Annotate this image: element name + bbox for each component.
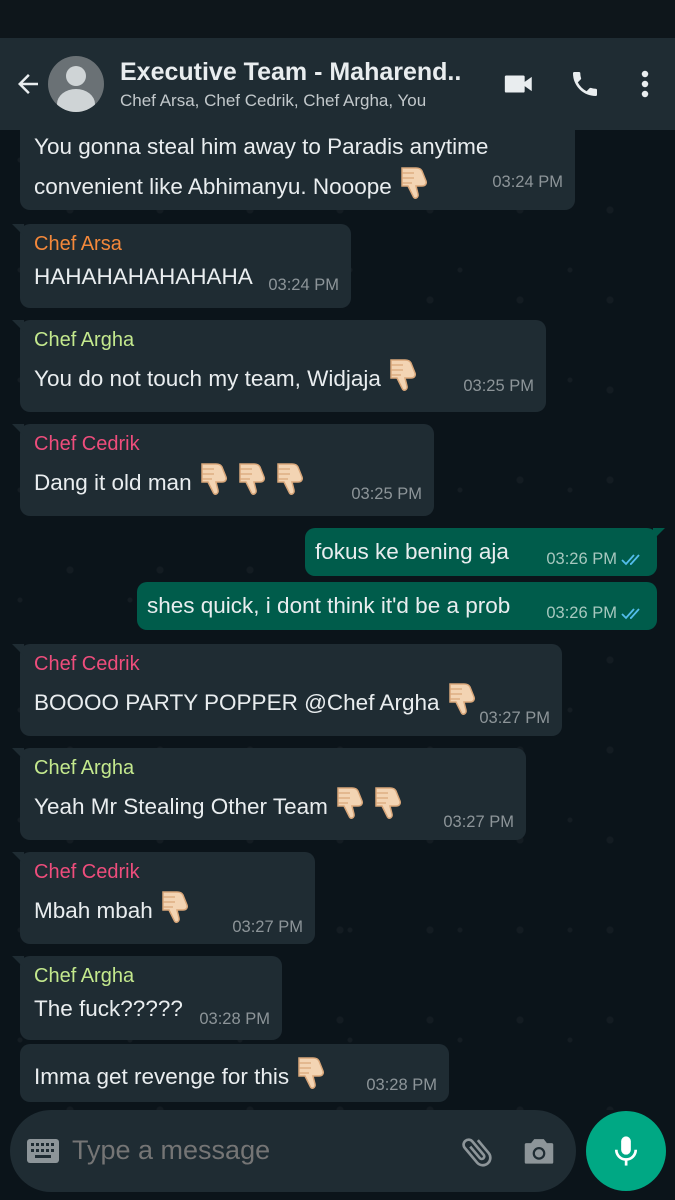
double-check-icon bbox=[621, 554, 640, 565]
message-list[interactable]: You gonna steal him away to Paradis anyt… bbox=[0, 130, 675, 1110]
thumbs-down-icon bbox=[162, 891, 188, 923]
message-time-text: 03:26 PM bbox=[546, 550, 617, 568]
message-text-line: Yeah Mr Stealing Other Team bbox=[34, 793, 328, 819]
message-text: The fuck????? bbox=[34, 996, 183, 1021]
message-text-line: Imma get revenge for this bbox=[34, 1063, 290, 1089]
message-input[interactable] bbox=[72, 1130, 442, 1170]
message-text-line: convenient like Abhimanyu. Nooope bbox=[34, 173, 392, 199]
message-bubble[interactable]: Chef Argha You do not touch my team, Wid… bbox=[12, 320, 546, 412]
camera-icon[interactable] bbox=[520, 1132, 558, 1170]
message-text: convenient like Abhimanyu. Nooope bbox=[34, 164, 436, 212]
thumbs-down-icon bbox=[298, 1057, 325, 1089]
thumbs-down-icon bbox=[390, 359, 416, 391]
emoji-group bbox=[387, 356, 425, 404]
chat-header: Executive Team - Maharend... Chef Arsa, … bbox=[0, 38, 675, 130]
video-camera-icon bbox=[504, 75, 532, 93]
message-text: shes quick, i dont think it'd be a prob bbox=[147, 593, 511, 618]
sender-name: Chef Argha bbox=[34, 329, 135, 351]
bubble-tail bbox=[12, 224, 24, 236]
menu-button[interactable] bbox=[623, 56, 667, 112]
message-time: 03:26 PM bbox=[546, 604, 645, 623]
bubble-tail bbox=[12, 748, 24, 760]
message-bubble-outgoing[interactable]: shes quick, i dont think it'd be a prob … bbox=[137, 582, 657, 630]
message-time: 03:28 PM bbox=[199, 1010, 270, 1028]
emoji-group bbox=[334, 784, 410, 832]
message-bubble-outgoing[interactable]: fokus ke bening aja 03:26 PM bbox=[305, 528, 665, 576]
paperclip-icon[interactable] bbox=[458, 1132, 498, 1172]
thumbs-down-icon bbox=[337, 787, 363, 819]
message-text-line: Mbah mbah bbox=[34, 897, 153, 923]
thumbs-down-icon bbox=[448, 683, 475, 715]
thumbs-down-icon bbox=[238, 463, 265, 495]
message-text: fokus ke bening aja bbox=[315, 539, 509, 564]
thumbs-down-icon bbox=[276, 463, 303, 495]
arrow-left-icon bbox=[18, 74, 38, 94]
bubble-tail bbox=[12, 852, 24, 864]
message-bubble[interactable]: Chef Arsa HAHAHAHAHAHAHA 03:24 PM bbox=[12, 224, 351, 308]
message-bubble[interactable]: Chef Argha The fuck????? 03:28 PM bbox=[12, 956, 282, 1040]
message-time: 03:25 PM bbox=[463, 377, 534, 395]
message-text: BOOOO PARTY POPPER @Chef Argha bbox=[34, 680, 484, 728]
thumbs-down-icon bbox=[401, 167, 427, 199]
message-bubble[interactable]: Chef Cedrik Dang it old man 03:25 PM bbox=[12, 424, 434, 516]
more-vertical-icon bbox=[641, 70, 649, 98]
message-bubble[interactable]: You gonna steal him away to Paradis anyt… bbox=[20, 130, 575, 210]
emoji-group bbox=[446, 680, 484, 728]
message-composer bbox=[10, 1110, 576, 1192]
chat-title-block[interactable]: Executive Team - Maharend... Chef Arsa, … bbox=[120, 57, 460, 111]
message-bubble[interactable]: Imma get revenge for this 03:28 PM bbox=[20, 1044, 449, 1102]
bubble-tail bbox=[12, 320, 24, 332]
video-call-button[interactable] bbox=[491, 56, 547, 112]
microphone-icon bbox=[614, 1136, 638, 1166]
double-check-icon bbox=[621, 608, 640, 619]
group-avatar[interactable] bbox=[48, 56, 104, 112]
voice-call-button[interactable] bbox=[557, 56, 613, 112]
thumbs-down-icon bbox=[200, 463, 227, 495]
message-bubble[interactable]: Chef Argha Yeah Mr Stealing Other Team 0… bbox=[12, 748, 526, 840]
sender-name: Chef Cedrik bbox=[34, 433, 140, 455]
message-text-line: You do not touch my team, Widjaja bbox=[34, 365, 381, 391]
sender-name: Chef Arsa bbox=[34, 233, 122, 255]
message-bubble[interactable]: Chef Cedrik BOOOO PARTY POPPER @Chef Arg… bbox=[12, 644, 562, 736]
message-time-text: 03:26 PM bbox=[546, 604, 617, 622]
message-time: 03:24 PM bbox=[492, 173, 563, 191]
chat-participants: Chef Arsa, Chef Cedrik, Chef Argha, You bbox=[120, 91, 427, 110]
message-time: 03:25 PM bbox=[351, 485, 422, 503]
sender-name: Chef Argha bbox=[34, 965, 135, 987]
message-time: 03:28 PM bbox=[366, 1076, 437, 1094]
message-text: Yeah Mr Stealing Other Team bbox=[34, 784, 410, 832]
message-text: You gonna steal him away to Paradis anyt… bbox=[34, 134, 489, 159]
message-time: 03:27 PM bbox=[443, 813, 514, 831]
bubble-tail bbox=[653, 528, 665, 540]
bubble-tail bbox=[12, 424, 24, 436]
message-time: 03:27 PM bbox=[232, 918, 303, 936]
thumbs-down-icon bbox=[375, 787, 401, 819]
emoji-group bbox=[159, 888, 197, 936]
chat-title: Executive Team - Maharend... bbox=[120, 58, 460, 86]
emoji-group bbox=[398, 164, 436, 212]
voice-record-button[interactable] bbox=[586, 1111, 666, 1191]
message-bubble[interactable]: Chef Cedrik Mbah mbah 03:27 PM bbox=[12, 852, 315, 944]
message-time: 03:26 PM bbox=[546, 550, 645, 569]
sender-name: Chef Argha bbox=[34, 757, 135, 779]
status-bar bbox=[0, 0, 675, 38]
message-text: Imma get revenge for this bbox=[34, 1054, 333, 1102]
message-text: You do not touch my team, Widjaja bbox=[34, 356, 425, 404]
phone-icon bbox=[573, 72, 597, 96]
emoji-group bbox=[198, 460, 312, 508]
message-time: 03:27 PM bbox=[479, 709, 550, 727]
message-text-line: Dang it old man bbox=[34, 469, 192, 495]
message-text: Dang it old man bbox=[34, 460, 312, 508]
message-time: 03:24 PM bbox=[268, 276, 339, 294]
sender-name: Chef Cedrik bbox=[34, 653, 140, 675]
emoji-group bbox=[295, 1054, 333, 1102]
message-text: HAHAHAHAHAHAHA bbox=[34, 264, 253, 289]
keyboard-icon[interactable] bbox=[26, 1138, 60, 1164]
bubble-tail bbox=[12, 956, 24, 968]
bubble-tail bbox=[12, 644, 24, 656]
message-text-line: BOOOO PARTY POPPER @Chef Argha bbox=[34, 689, 440, 715]
message-text: Mbah mbah bbox=[34, 888, 197, 936]
sender-name: Chef Cedrik bbox=[34, 861, 140, 883]
